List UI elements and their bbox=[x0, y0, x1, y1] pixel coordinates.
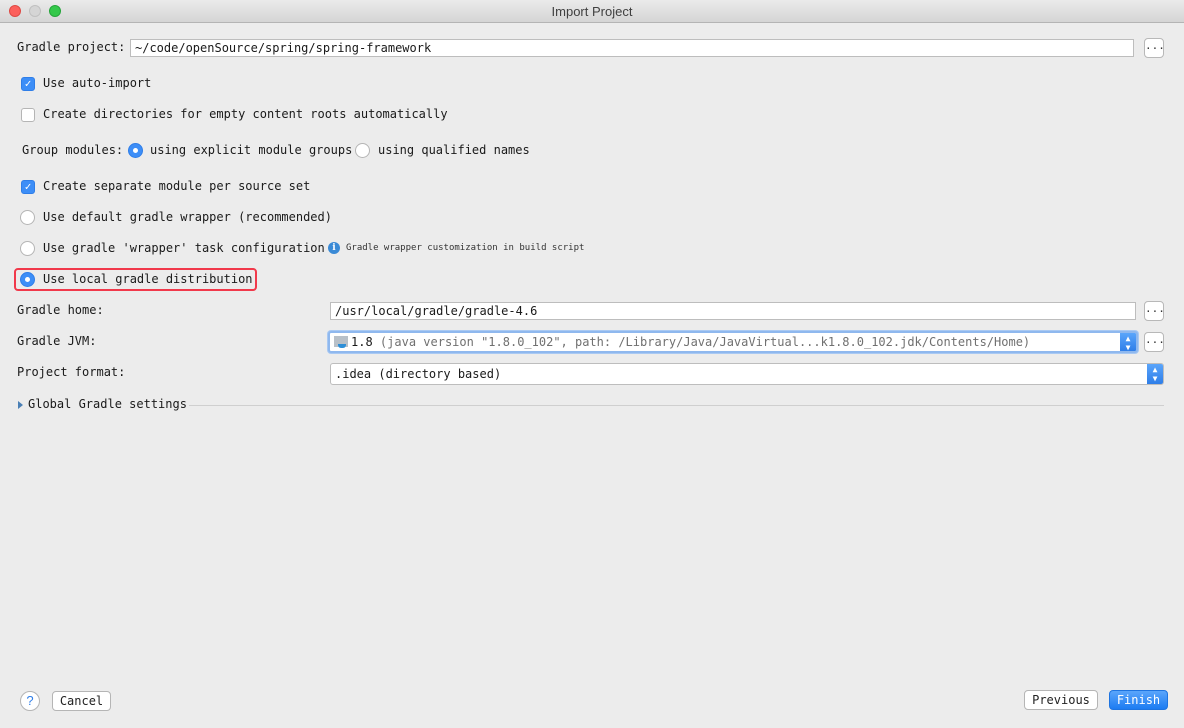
group-explicit-label: using explicit module groups bbox=[150, 143, 353, 157]
help-button[interactable]: ? bbox=[20, 691, 40, 711]
title-bar: Import Project bbox=[0, 0, 1184, 23]
section-divider bbox=[189, 405, 1164, 406]
jdk-folder-icon bbox=[334, 336, 348, 348]
gradle-jvm-browse-button[interactable]: ... bbox=[1144, 332, 1165, 352]
use-auto-import-label: Use auto-import bbox=[43, 76, 152, 90]
wrapper-task-label: Use gradle 'wrapper' task configuration bbox=[43, 241, 325, 255]
window-title: Import Project bbox=[551, 4, 633, 19]
gradle-home-browse-button[interactable]: ... bbox=[1144, 301, 1165, 321]
global-gradle-settings-toggle[interactable]: Global Gradle settings bbox=[28, 397, 187, 411]
wrapper-task-note: Gradle wrapper customization in build sc… bbox=[346, 243, 585, 253]
gradle-home-input[interactable]: /usr/local/gradle/gradle-4.6 bbox=[330, 302, 1136, 320]
gradle-home-label: Gradle home: bbox=[17, 303, 104, 317]
wrapper-task-radio[interactable] bbox=[20, 241, 35, 256]
group-explicit-radio[interactable] bbox=[128, 143, 143, 158]
project-format-value: .idea (directory based) bbox=[335, 367, 502, 381]
project-format-label: Project format: bbox=[17, 365, 126, 379]
gradle-jvm-label: Gradle JVM: bbox=[17, 334, 97, 348]
group-modules-label: Group modules: bbox=[22, 143, 124, 157]
group-qualified-label: using qualified names bbox=[378, 143, 530, 157]
info-icon: i bbox=[328, 242, 340, 254]
create-directories-checkbox[interactable] bbox=[21, 108, 35, 122]
project-format-select[interactable]: .idea (directory based) ▲ ▼ bbox=[330, 363, 1164, 385]
gradle-project-browse-button[interactable]: ... bbox=[1144, 38, 1165, 58]
use-auto-import-checkbox[interactable]: ✓ bbox=[21, 77, 35, 91]
local-distribution-label: Use local gradle distribution bbox=[43, 272, 253, 286]
finish-button[interactable]: Finish bbox=[1109, 690, 1168, 710]
gradle-jvm-detail: (java version "1.8.0_102", path: /Librar… bbox=[379, 335, 1031, 349]
gradle-jvm-version: 1.8 bbox=[351, 335, 373, 349]
disclosure-triangle-icon[interactable] bbox=[18, 401, 23, 409]
chevron-updown-icon: ▲ ▼ bbox=[1147, 364, 1163, 384]
gradle-project-input[interactable]: ~/code/openSource/spring/spring-framewor… bbox=[130, 39, 1134, 57]
gradle-project-label: Gradle project: bbox=[17, 40, 126, 54]
local-distribution-radio[interactable] bbox=[20, 272, 35, 287]
create-directories-label: Create directories for empty content roo… bbox=[43, 107, 448, 121]
separate-module-checkbox[interactable]: ✓ bbox=[21, 180, 35, 194]
chevron-updown-icon: ▲ ▼ bbox=[1120, 333, 1136, 351]
gradle-jvm-select[interactable]: 1.8 (java version "1.8.0_102", path: /Li… bbox=[328, 331, 1138, 353]
separate-module-label: Create separate module per source set bbox=[43, 179, 311, 193]
group-qualified-radio[interactable] bbox=[355, 143, 370, 158]
previous-button[interactable]: Previous bbox=[1024, 690, 1098, 710]
cancel-button[interactable]: Cancel bbox=[52, 691, 111, 711]
default-wrapper-radio[interactable] bbox=[20, 210, 35, 225]
default-wrapper-label: Use default gradle wrapper (recommended) bbox=[43, 210, 332, 224]
